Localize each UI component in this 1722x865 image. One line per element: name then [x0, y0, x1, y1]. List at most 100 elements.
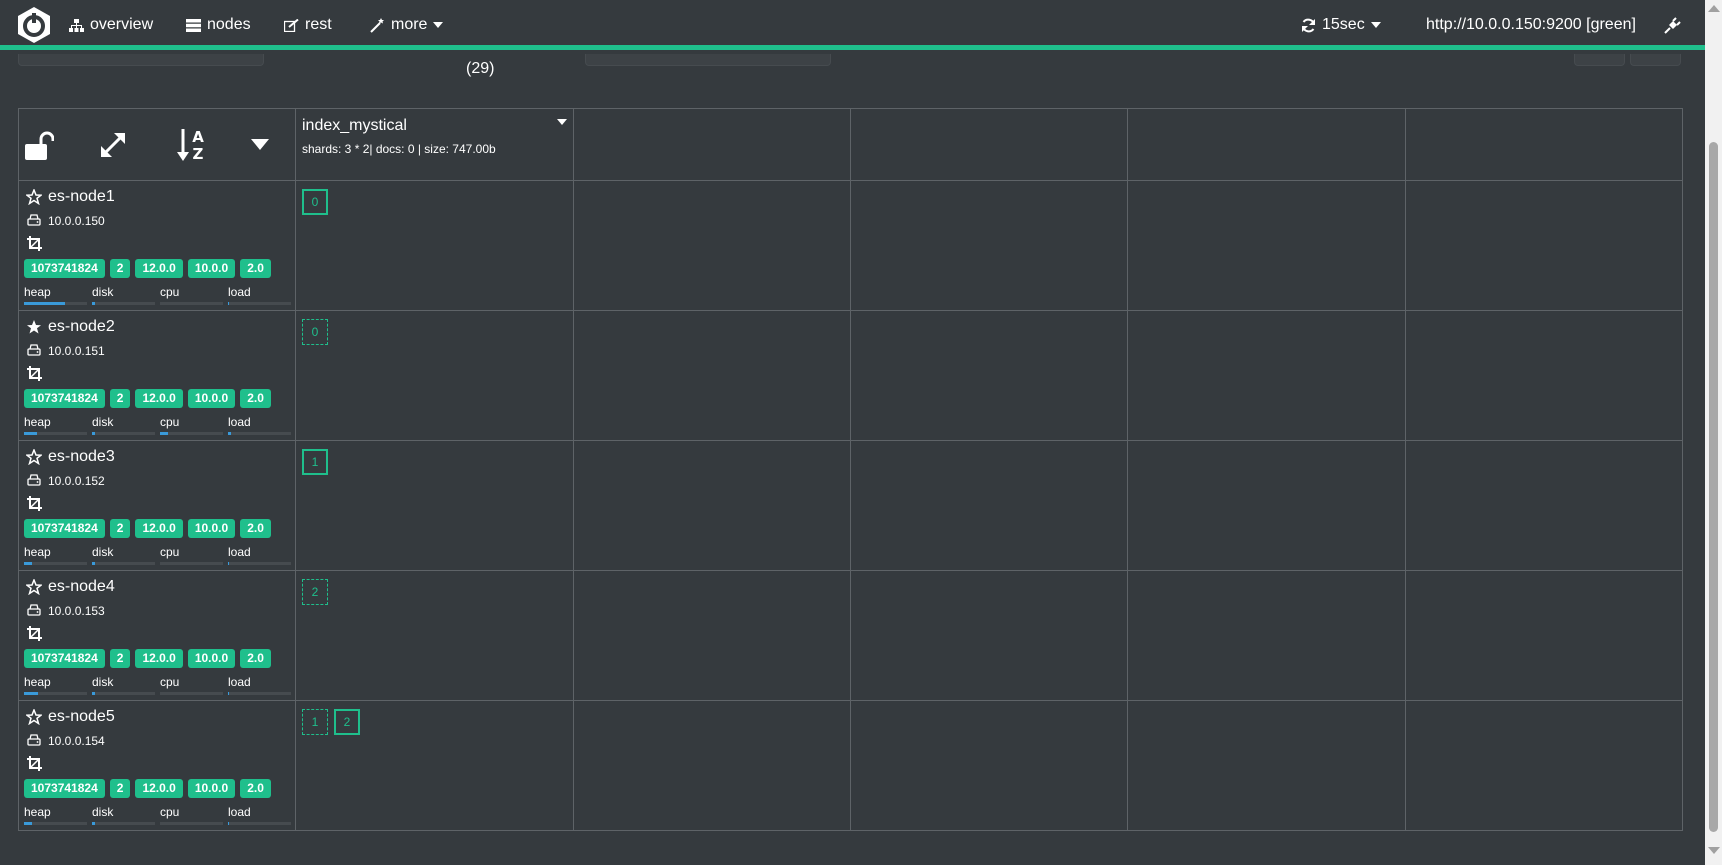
plug-icon — [1664, 16, 1681, 34]
metric-label: load — [228, 545, 251, 559]
cluster-connection[interactable]: http://10.0.0.150:9200 [green] — [1426, 14, 1636, 36]
metric-load: load — [228, 285, 291, 305]
metric-label: load — [228, 675, 251, 689]
unlock-icon[interactable] — [24, 131, 54, 161]
replica-shard[interactable]: 0 — [302, 319, 328, 345]
metric-cpu: cpu — [160, 805, 223, 825]
caret-down-icon[interactable] — [251, 139, 269, 150]
metric-bar — [228, 822, 291, 825]
metric-label: heap — [24, 545, 51, 559]
metric-load: load — [228, 545, 291, 565]
node-filter-input[interactable] — [18, 54, 264, 66]
empty-shard-cell — [1128, 571, 1406, 701]
crop-icon — [27, 626, 42, 641]
index-name[interactable]: index_mystical — [302, 117, 407, 135]
metric-disk: disk — [92, 545, 155, 565]
scroll-up-arrow-icon[interactable] — [1708, 5, 1720, 12]
index-actions-caret-icon[interactable] — [557, 119, 567, 125]
metric-disk: disk — [92, 675, 155, 695]
node-name[interactable]: es-node2 — [48, 318, 115, 336]
nav-rest[interactable]: rest — [284, 14, 332, 36]
empty-shard-cell — [851, 571, 1128, 701]
expand-icon[interactable] — [99, 131, 127, 159]
page-footer-space — [0, 831, 1705, 865]
node-name[interactable]: es-node4 — [48, 578, 115, 596]
empty-shard-cell — [851, 441, 1128, 571]
node-badge: 2 — [109, 259, 131, 278]
node-name[interactable]: es-node5 — [48, 708, 115, 726]
metric-heap: heap — [24, 805, 87, 825]
node-metrics: heap disk cpu load — [24, 415, 291, 435]
node-badge: 12.0.0 — [135, 649, 183, 668]
node-badge: 1073741824 — [24, 519, 105, 538]
crop-icon — [27, 366, 42, 381]
node-badges: 1073741824 2 12.0.0 10.0.0 2.0 — [24, 779, 271, 798]
metric-bar — [160, 822, 223, 825]
nav-nodes[interactable]: nodes — [186, 14, 251, 36]
metric-fill — [24, 562, 32, 565]
metric-bar — [228, 432, 291, 435]
node-badge: 2 — [109, 779, 131, 798]
node-ip: 10.0.0.150 — [48, 214, 105, 228]
metric-bar — [160, 692, 223, 695]
node-ip: 10.0.0.153 — [48, 604, 105, 618]
primary-shard[interactable]: 0 — [302, 189, 328, 215]
metric-label: cpu — [160, 675, 180, 689]
metric-fill — [160, 432, 168, 435]
nav-more[interactable]: more — [370, 14, 444, 36]
node-name[interactable]: es-node3 — [48, 448, 115, 466]
node-info-cell: es-node2 10.0.0.151 1073741824 2 12.0.0 10.0.… — [19, 311, 296, 441]
empty-shard-cell — [574, 571, 851, 701]
metric-label: disk — [92, 415, 114, 429]
empty-shard-cell — [1406, 571, 1682, 701]
replica-shard[interactable]: 1 — [302, 709, 328, 735]
empty-header-cell — [1128, 109, 1406, 181]
metric-heap: heap — [24, 415, 87, 435]
metric-cpu: cpu — [160, 545, 223, 565]
hdd-icon — [27, 474, 41, 486]
nav-rest-label: rest — [305, 16, 332, 33]
hdd-icon — [27, 214, 41, 226]
metric-bar — [24, 432, 87, 435]
scroll-thumb[interactable] — [1709, 142, 1718, 832]
metric-bar — [92, 822, 155, 825]
cluster-overview-grid: A Z index_mystical shards: 3 * 2| docs: … — [18, 108, 1683, 831]
scroll-down-arrow-icon[interactable] — [1708, 847, 1720, 854]
nav-overview[interactable]: overview — [69, 14, 153, 36]
metric-heap: heap — [24, 675, 87, 695]
index-header-cell[interactable]: index_mystical shards: 3 * 2| docs: 0 | … — [296, 109, 574, 181]
node-badge: 12.0.0 — [135, 519, 183, 538]
metric-label: cpu — [160, 285, 180, 299]
refresh-icon — [1302, 18, 1315, 32]
node-ip: 10.0.0.152 — [48, 474, 105, 488]
sitemap-icon — [69, 18, 84, 32]
node-info-cell: es-node1 10.0.0.150 1073741824 2 12.0.0 10.0.… — [19, 181, 296, 311]
primary-shard[interactable]: 1 — [302, 449, 328, 475]
empty-shard-cell — [1128, 181, 1406, 311]
metric-fill — [228, 432, 232, 435]
empty-shard-cell — [574, 701, 851, 831]
primary-shard[interactable]: 2 — [334, 709, 360, 735]
metric-fill — [24, 302, 65, 305]
empty-shard-cell — [1406, 181, 1682, 311]
disconnect-button[interactable] — [1664, 14, 1681, 36]
node-badges: 1073741824 2 12.0.0 10.0.0 2.0 — [24, 389, 271, 408]
sort-alpha-icon[interactable]: A Z — [176, 128, 206, 162]
prev-page-button[interactable] — [1574, 54, 1625, 66]
metric-bar — [92, 562, 155, 565]
node-badge: 10.0.0 — [187, 389, 236, 408]
metric-load: load — [228, 675, 291, 695]
cerebro-logo-icon[interactable] — [16, 6, 52, 44]
metric-bar — [228, 692, 291, 695]
metric-bar — [92, 692, 155, 695]
vertical-scrollbar[interactable] — [1705, 0, 1722, 865]
next-page-button[interactable] — [1630, 54, 1681, 66]
refresh-interval-dropdown[interactable]: 15sec — [1301, 14, 1381, 36]
node-ip: 10.0.0.154 — [48, 734, 105, 748]
metric-label: load — [228, 285, 251, 299]
index-filter-input[interactable] — [585, 54, 831, 66]
node-name[interactable]: es-node1 — [48, 188, 115, 206]
hdd-icon — [27, 604, 41, 616]
replica-shard[interactable]: 2 — [302, 579, 328, 605]
node-badge: 1073741824 — [24, 259, 105, 278]
